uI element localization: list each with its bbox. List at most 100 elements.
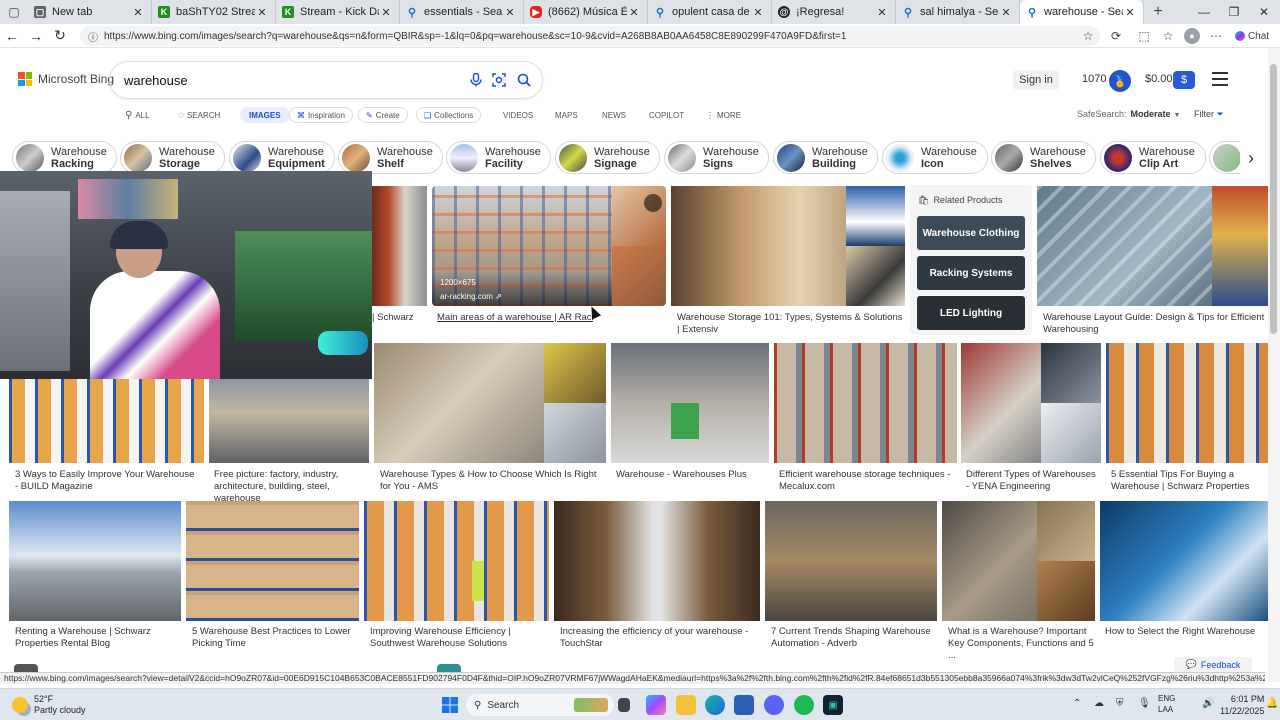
- chip-warehouse-icon[interactable]: Warehouse Icon: [882, 141, 988, 174]
- weather-widget[interactable]: 52°F Partly cloudy: [12, 694, 86, 716]
- chip-warehouse-clip-art[interactable]: Warehouse Clip Art: [1100, 141, 1206, 174]
- volume-icon[interactable]: 🔊: [1202, 698, 1214, 709]
- scope-inspiration[interactable]: ⌘ Inspiration: [289, 107, 353, 123]
- address-bar[interactable]: ⓘ https://www.bing.com/images/search?q=wa…: [80, 26, 1100, 46]
- back-icon[interactable]: ←: [0, 24, 24, 48]
- image-result[interactable]: [554, 501, 760, 621]
- bing-logo[interactable]: Microsoft Bing: [18, 72, 114, 86]
- image-caption[interactable]: How to Select the Right Warehouse: [1105, 626, 1265, 638]
- image-result[interactable]: [186, 501, 359, 621]
- image-result[interactable]: [671, 186, 905, 306]
- rewards-points[interactable]: 1070: [1082, 73, 1106, 85]
- file-explorer-icon[interactable]: [676, 695, 696, 715]
- sign-in-button[interactable]: Sign in: [1013, 70, 1059, 90]
- browser-tab[interactable]: KStream - Kick Dashboar✕: [276, 0, 400, 24]
- image-result[interactable]: [774, 343, 957, 463]
- microphone-icon[interactable]: [467, 71, 485, 89]
- chip-warehouse-racking[interactable]: Warehouse Racking: [12, 141, 117, 174]
- image-caption[interactable]: Warehouse Layout Guide: Design & Tips fo…: [1043, 312, 1268, 336]
- spotify-icon[interactable]: [794, 695, 814, 715]
- chevron-up-icon[interactable]: ⌃: [1073, 698, 1081, 709]
- image-result[interactable]: [372, 186, 427, 306]
- browser-tab-active[interactable]: ⚲warehouse - Search Im✕: [1020, 0, 1144, 24]
- close-tab-icon[interactable]: ✕: [503, 6, 517, 19]
- discord-icon[interactable]: [764, 695, 784, 715]
- scope-copilot[interactable]: COPILOT: [649, 108, 684, 122]
- browser-tab[interactable]: ⚲opulent casa de moda✕: [648, 0, 772, 24]
- image-caption[interactable]: What is a Warehouse? Important Key Compo…: [948, 626, 1096, 662]
- image-caption[interactable]: 5 Warehouse Best Practices to Lower Pick…: [192, 626, 352, 650]
- browser-tab[interactable]: @ ¡Regresa! ✕: [772, 0, 896, 24]
- favorites-icon[interactable]: ☆: [1160, 28, 1176, 44]
- refresh-icon[interactable]: ↻: [48, 24, 72, 48]
- image-caption[interactable]: 5 Essential Tips For Buying a Warehouse …: [1111, 469, 1261, 493]
- visual-search-icon[interactable]: [490, 71, 508, 89]
- image-result[interactable]: [364, 501, 549, 621]
- safesearch-dropdown[interactable]: SafeSearch: Moderate ▼: [1077, 109, 1180, 119]
- image-caption[interactable]: Warehouse Storage 101: Types, Systems & …: [677, 312, 905, 336]
- image-caption[interactable]: Main areas of a warehouse | AR Rackin: [437, 312, 593, 324]
- chip-warehouse-signs[interactable]: Warehouse Signs: [664, 141, 769, 174]
- image-caption[interactable]: Different Types of Warehouses - YENA Eng…: [966, 469, 1101, 493]
- scope-more[interactable]: ⋮ MORE: [706, 108, 741, 122]
- close-tab-icon[interactable]: ✕: [751, 6, 765, 19]
- microphone-icon[interactable]: 🎙: [1138, 698, 1151, 709]
- image-caption[interactable]: Efficient warehouse storage techniques -…: [779, 469, 957, 493]
- browser-tab[interactable]: ⚲essentials - Search✕: [400, 0, 524, 24]
- related-product-warehouse-clothing[interactable]: Warehouse Clothing: [917, 216, 1025, 250]
- scope-collections[interactable]: ❏ Collections: [416, 107, 482, 123]
- page-info-icon[interactable]: ⓘ: [88, 29, 98, 44]
- search-input[interactable]: warehouse: [110, 62, 542, 98]
- image-caption[interactable]: Warehouse - Warehouses Plus: [616, 469, 766, 481]
- visual-search-icon[interactable]: [644, 194, 662, 212]
- chip-warehouse-building[interactable]: Warehouse Building: [773, 141, 878, 174]
- image-caption[interactable]: Increasing the efficiency of your wareho…: [560, 626, 755, 650]
- chip-more[interactable]: [1209, 141, 1240, 174]
- image-result[interactable]: [9, 501, 181, 621]
- scope-videos[interactable]: VIDEOS: [503, 108, 533, 122]
- related-product-racking-systems[interactable]: Racking Systems: [917, 256, 1025, 290]
- image-result[interactable]: [1100, 501, 1268, 621]
- minimize-icon[interactable]: —: [1188, 0, 1220, 24]
- image-result[interactable]: [374, 343, 606, 463]
- scrollbar[interactable]: [1268, 48, 1280, 682]
- image-caption[interactable]: Free picture: factory, industry, archite…: [214, 469, 374, 505]
- close-tab-icon[interactable]: ✕: [379, 6, 393, 19]
- image-result[interactable]: [14, 664, 38, 672]
- image-caption[interactable]: Renting a Warehouse | Schwarz Properties…: [15, 626, 181, 650]
- forward-icon[interactable]: →: [24, 24, 48, 48]
- tab-actions-icon[interactable]: ▢: [0, 0, 28, 24]
- image-result[interactable]: [1106, 343, 1268, 463]
- scrollbar-thumb[interactable]: [1270, 64, 1277, 334]
- extensions-icon[interactable]: ⟳: [1108, 28, 1124, 44]
- copilot-chat-icon[interactable]: Chat: [1234, 28, 1270, 44]
- close-tab-icon[interactable]: ✕: [1123, 6, 1137, 19]
- image-caption[interactable]: | Schwarz: [372, 312, 430, 324]
- image-result[interactable]: 1200×675 ar-racking.com ⇗: [432, 186, 666, 306]
- image-caption[interactable]: 3 Ways to Easily Improve Your Warehouse …: [15, 469, 200, 493]
- image-result[interactable]: [209, 379, 369, 463]
- notifications-icon[interactable]: 🔔: [1266, 698, 1278, 709]
- menu-icon[interactable]: [1212, 72, 1228, 86]
- chevron-right-icon[interactable]: ›: [1240, 144, 1262, 172]
- image-result[interactable]: [437, 664, 461, 672]
- image-result[interactable]: [611, 343, 769, 463]
- chip-warehouse-facility[interactable]: Warehouse Facility: [446, 141, 551, 174]
- close-tab-icon[interactable]: ✕: [999, 6, 1013, 19]
- chip-warehouse-shelf[interactable]: Warehouse Shelf: [338, 141, 443, 174]
- onedrive-icon[interactable]: ☁: [1094, 698, 1104, 709]
- close-tab-icon[interactable]: ✕: [875, 6, 889, 19]
- language-indicator[interactable]: ENG LAA: [1158, 693, 1175, 715]
- browser-tab[interactable]: ▢ New tab ✕: [28, 0, 152, 24]
- scope-images[interactable]: IMAGES: [240, 107, 290, 123]
- scope-news[interactable]: NEWS: [602, 108, 626, 122]
- related-product-led-lighting[interactable]: LED Lighting: [917, 296, 1025, 330]
- split-screen-icon[interactable]: ⬚: [1136, 28, 1152, 44]
- chip-warehouse-shelves[interactable]: Warehouse Shelves: [991, 141, 1096, 174]
- clock[interactable]: 6:01 PM 11/22/2025: [1220, 693, 1264, 717]
- browser-tab[interactable]: ⚲sal himalya - Search✕: [896, 0, 1020, 24]
- task-view-icon[interactable]: [618, 698, 630, 712]
- search-icon[interactable]: [515, 71, 533, 89]
- image-result[interactable]: [1037, 186, 1268, 306]
- close-tab-icon[interactable]: ✕: [255, 6, 269, 19]
